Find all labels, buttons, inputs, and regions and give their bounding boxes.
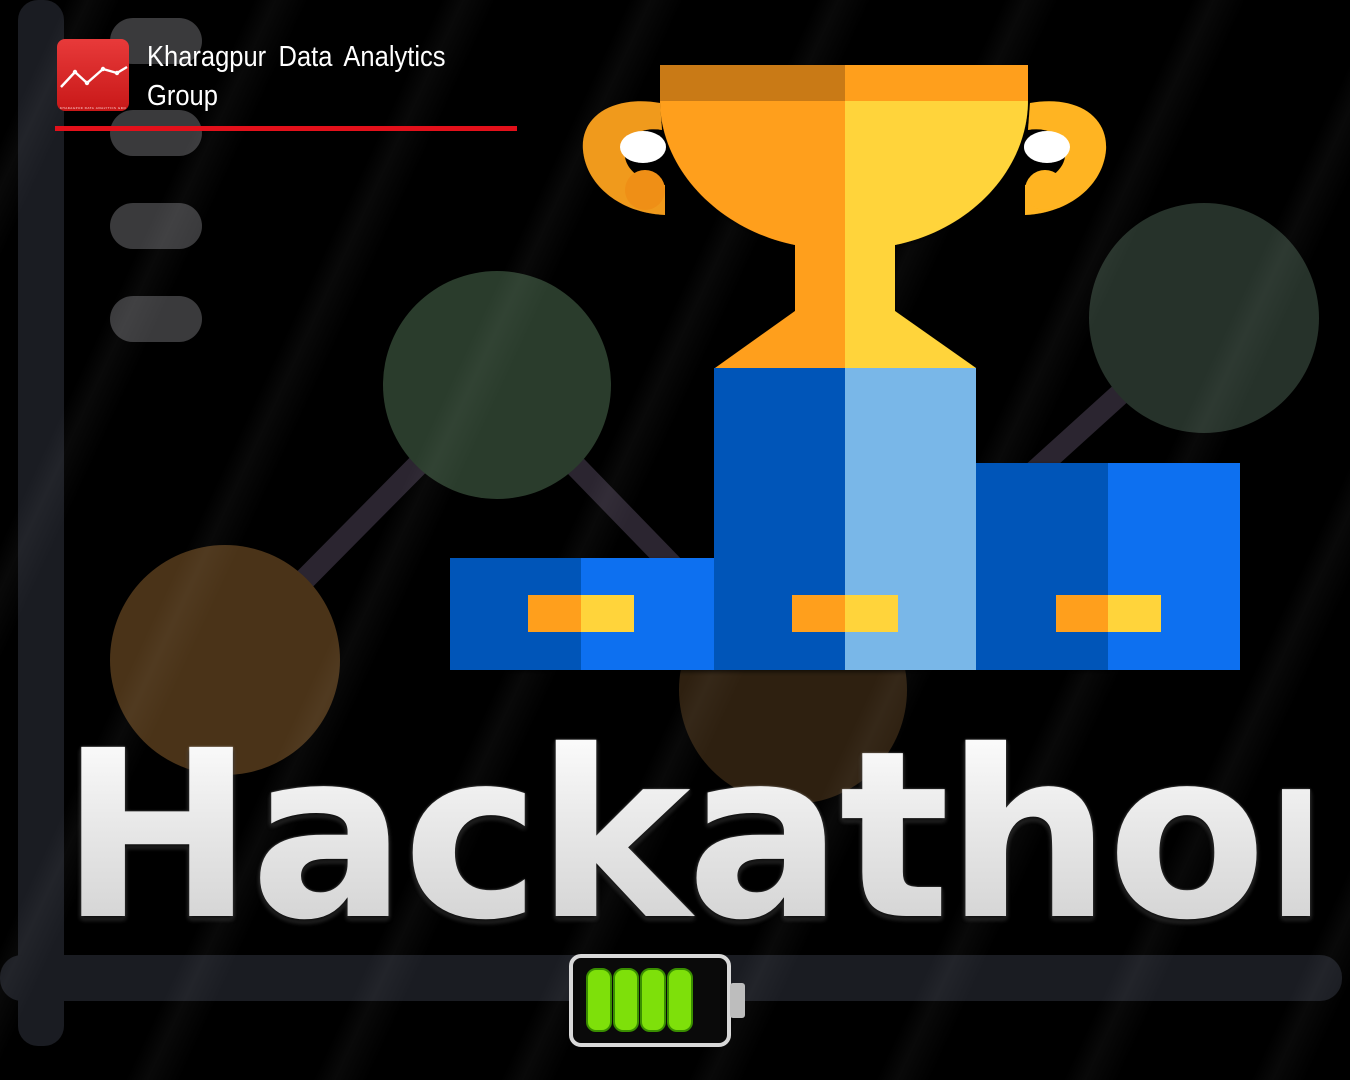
hackathon-title: Hackathon xyxy=(60,701,1350,971)
podium-third-right xyxy=(1108,463,1240,670)
podium-plaque xyxy=(528,595,581,632)
kdag-logo: KHARAGPUR DATA ANALYTICS GROUP xyxy=(57,39,129,111)
axis-tick-pill xyxy=(110,203,202,249)
organization-name: Kharagpur Data Analytics Group xyxy=(147,41,446,112)
trophy-on-podium-icon xyxy=(450,65,1240,670)
podium-plaque xyxy=(792,595,845,632)
axis-tick-pill xyxy=(110,296,202,342)
logo-caption: KHARAGPUR DATA ANALYTICS GROUP xyxy=(60,106,126,110)
podium-plaque xyxy=(1056,595,1108,632)
trophy-stem-right xyxy=(845,243,895,313)
trophy-base-left xyxy=(715,311,845,368)
battery-full-icon xyxy=(569,954,745,1047)
trophy-handle-hole xyxy=(620,131,666,163)
axis-tick-pill xyxy=(110,110,202,156)
line-chart-icon xyxy=(60,65,128,88)
poster: KHARAGPUR DATA ANALYTICS GROUP Kharagpur… xyxy=(0,0,1350,1080)
trophy-rim-left xyxy=(660,65,845,101)
trophy-base-right xyxy=(845,311,976,368)
trophy-stem-left xyxy=(795,243,845,313)
trophy-rim-right xyxy=(845,65,1028,101)
y-axis-line xyxy=(18,0,64,1046)
trophy-handle-hole xyxy=(1024,131,1070,163)
podium-third-left xyxy=(976,463,1108,670)
